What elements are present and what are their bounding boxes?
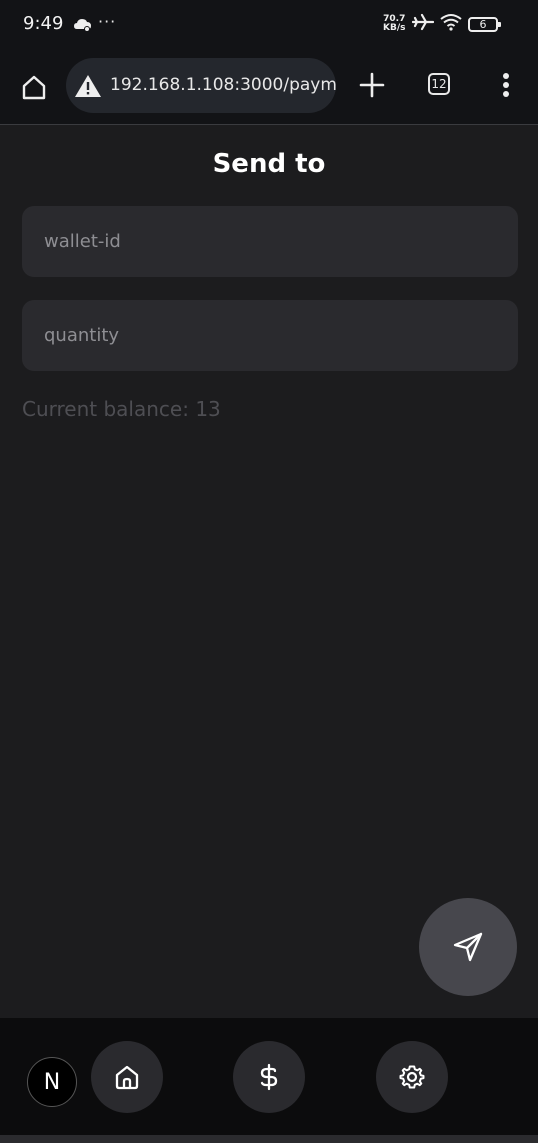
browser-home-button[interactable] [17,70,51,104]
status-icons: 6 [411,13,501,35]
airplane-icon [411,13,435,35]
send-icon [453,932,483,962]
net-speed: 70.7 KB/s [383,15,405,33]
home-icon [22,75,46,100]
more-vertical-icon [503,73,509,97]
home-icon [115,1065,139,1090]
plus-icon [359,72,385,98]
browser-menu-button[interactable] [497,70,515,100]
warning-icon [74,74,102,102]
dollar-icon [260,1063,278,1091]
wifi-icon [440,13,462,35]
status-bar: 9:49 ··· 70.7 KB/s 6 [0,0,538,52]
nav-settings-button[interactable] [376,1041,448,1113]
gear-icon [399,1065,425,1089]
tabs-button[interactable]: 12 [428,73,450,95]
nextjs-dev-badge[interactable]: N [27,1057,77,1107]
new-tab-button[interactable] [357,70,387,100]
quantity-input[interactable] [22,300,518,371]
balance-label: Current balance: [22,397,196,421]
current-balance: Current balance: 13 [22,397,221,421]
balance-value: 13 [195,397,221,421]
more-notifications-icon: ··· [98,12,117,31]
browser-toolbar: 192.168.1.108:3000/paymer 12 [0,52,538,125]
gesture-bar [0,1135,538,1143]
page-title: Send to [212,149,326,179]
net-speed-unit: KB/s [383,23,406,33]
send-button[interactable] [419,898,517,996]
nav-payments-button[interactable] [233,1041,305,1113]
cloud-icon [74,17,92,36]
address-bar[interactable]: 192.168.1.108:3000/paymer [66,58,336,113]
url-text: 192.168.1.108:3000/paymer [110,75,336,95]
status-time: 9:49 [23,13,64,34]
battery-icon: 6 [468,16,501,32]
nav-home-button[interactable] [91,1041,163,1113]
wallet-id-input[interactable] [22,206,518,277]
